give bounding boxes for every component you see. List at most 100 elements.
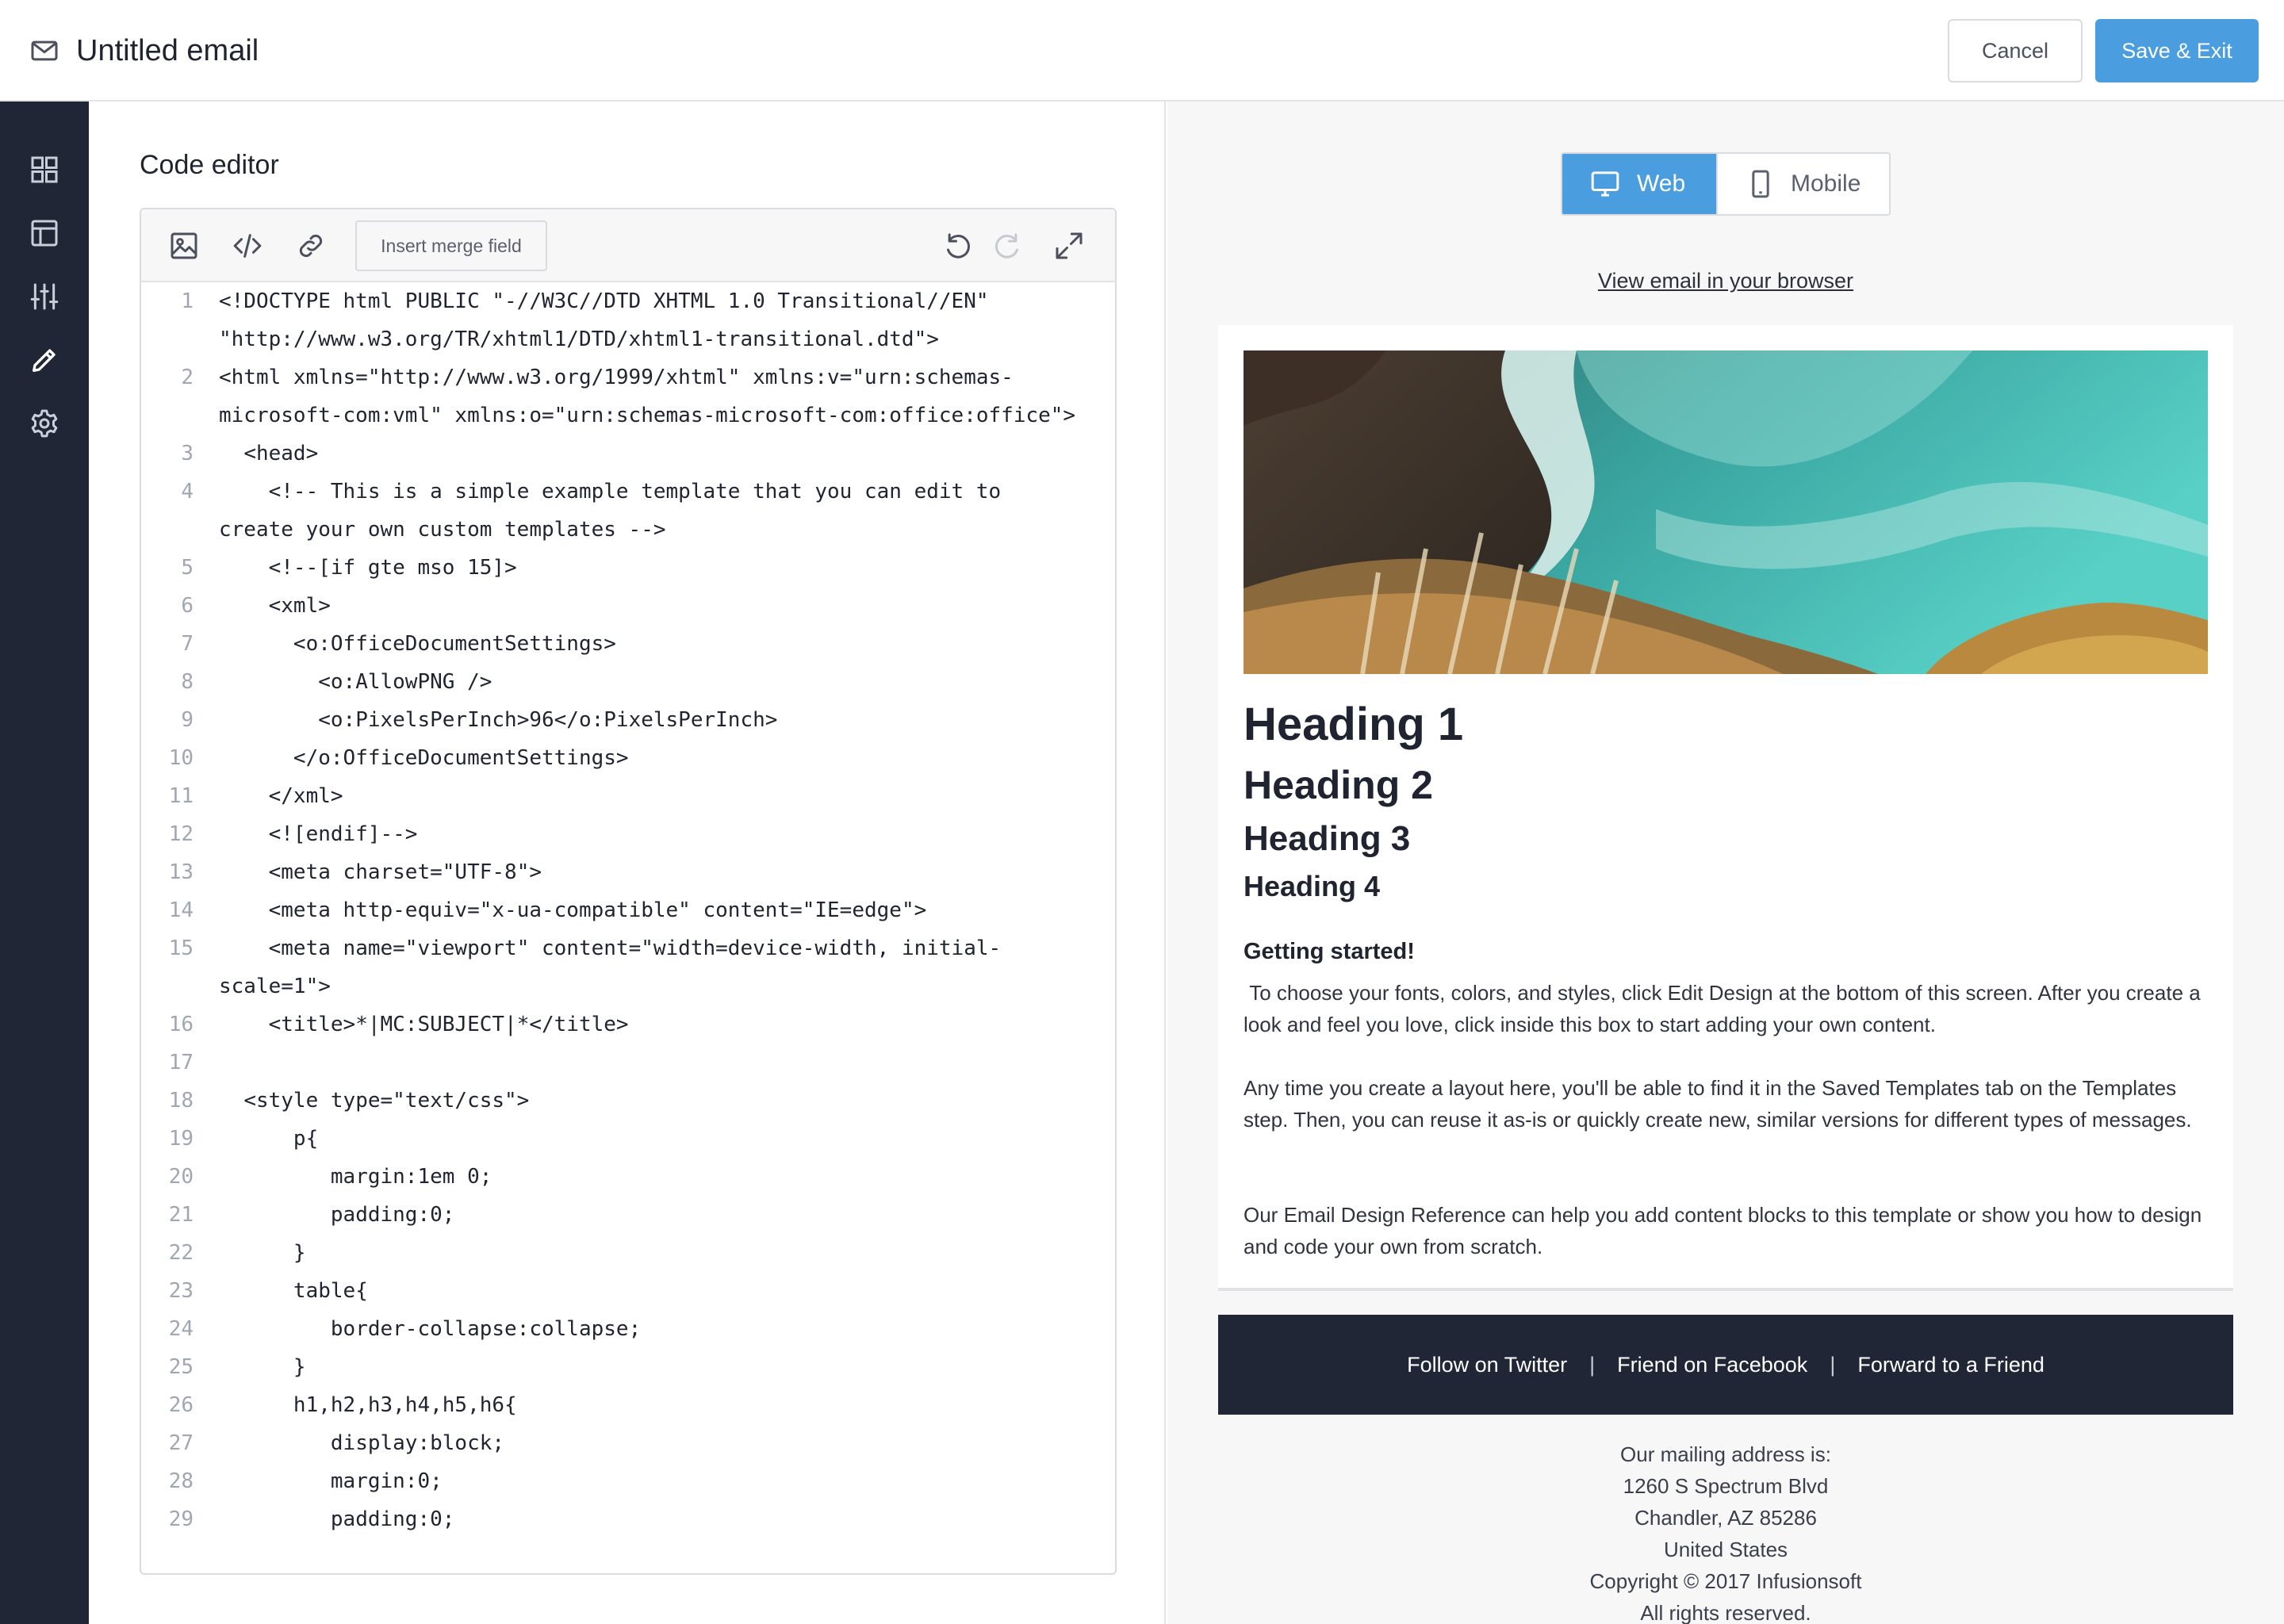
sliders-icon[interactable]	[29, 281, 60, 312]
hero-image	[1244, 350, 2208, 674]
cancel-button[interactable]: Cancel	[1948, 19, 2083, 82]
code-text[interactable]: margin:1em 0;	[219, 1158, 1083, 1196]
heading-4: Heading 4	[1244, 870, 1381, 902]
code-line[interactable]: 8 <o:AllowPNG />	[141, 663, 1115, 701]
code-text[interactable]: }	[219, 1234, 1083, 1272]
code-text[interactable]: table{	[219, 1272, 1083, 1310]
code-line[interactable]: 5 <!--[if gte mso 15]>	[141, 549, 1115, 587]
code-text[interactable]: <!--[if gte mso 15]>	[219, 549, 1083, 587]
line-number: 17	[168, 1051, 194, 1074]
image-icon[interactable]	[168, 230, 200, 262]
code-text[interactable]: <meta charset="UTF-8">	[219, 853, 1083, 891]
code-text[interactable]: <![endif]-->	[219, 815, 1083, 853]
code-text[interactable]: </xml>	[219, 777, 1083, 815]
code-line[interactable]: 10 </o:OfficeDocumentSettings>	[141, 739, 1115, 777]
editor-pane: Code editor Insert merge field 1 <!DOCTY…	[89, 102, 1166, 1624]
code-line[interactable]: 6 <xml>	[141, 587, 1115, 625]
code-line[interactable]: 15 <meta name="viewport" content="width=…	[141, 929, 1115, 1005]
code-line[interactable]: 26 h1,h2,h3,h4,h5,h6{	[141, 1386, 1115, 1424]
code-line[interactable]: 12 <![endif]-->	[141, 815, 1115, 853]
code-line[interactable]: 1 <!DOCTYPE html PUBLIC "-//W3C//DTD XHTM…	[141, 282, 1115, 358]
code-text[interactable]: <!DOCTYPE html PUBLIC "-//W3C//DTD XHTML…	[219, 282, 1083, 358]
preview-pane: Web Mobile View email in your browser He…	[1167, 102, 2284, 1624]
code-line[interactable]: 4 <!-- This is a simple example template…	[141, 473, 1115, 549]
code-text[interactable]: <o:AllowPNG />	[219, 663, 1083, 701]
follow-twitter-link[interactable]: Follow on Twitter	[1407, 1353, 1567, 1377]
email-body[interactable]: Heading 1 Heading 2 Heading 3 Heading 4 …	[1218, 325, 2233, 1291]
code-text[interactable]: p{	[219, 1120, 1083, 1158]
code-text[interactable]: <xml>	[219, 587, 1083, 625]
code-line[interactable]: 16 <title>*|MC:SUBJECT|*</title>	[141, 1005, 1115, 1044]
code-line[interactable]: 3 <head>	[141, 435, 1115, 473]
code-line[interactable]: 2 <html xmlns="http://www.w3.org/1999/xht…	[141, 358, 1115, 435]
expand-icon[interactable]	[1053, 230, 1085, 262]
code-line[interactable]: 29 padding:0;	[141, 1500, 1115, 1538]
code-line[interactable]: 22 }	[141, 1234, 1115, 1272]
code-line[interactable]: 25 }	[141, 1348, 1115, 1386]
code-text[interactable]: }	[219, 1348, 1083, 1386]
code-line[interactable]: 9 <o:PixelsPerInch>96</o:PixelsPerInch>	[141, 701, 1115, 739]
top-header: Untitled email Cancel Save & Exit	[0, 0, 2284, 102]
code-line[interactable]: 7 <o:OfficeDocumentSettings>	[141, 625, 1115, 663]
web-label: Web	[1637, 170, 1686, 197]
redo-icon[interactable]	[991, 230, 1023, 262]
code-text[interactable]: </o:OfficeDocumentSettings>	[219, 739, 1083, 777]
layout-icon[interactable]	[29, 217, 60, 249]
code-text[interactable]: padding:0;	[219, 1500, 1083, 1538]
code-text[interactable]: display:block;	[219, 1424, 1083, 1462]
code-line[interactable]: 13 <meta charset="UTF-8">	[141, 853, 1115, 891]
insert-merge-field-button[interactable]: Insert merge field	[355, 220, 547, 271]
code-line[interactable]: 23 table{	[141, 1272, 1115, 1310]
line-number: 22	[168, 1241, 194, 1265]
code-line[interactable]: 14 <meta http-equiv="x-ua-compatible" co…	[141, 891, 1115, 929]
code-icon[interactable]	[232, 230, 263, 262]
code-line[interactable]: 18 <style type="text/css">	[141, 1082, 1115, 1120]
code-text[interactable]: border-collapse:collapse;	[219, 1310, 1083, 1348]
web-toggle-button[interactable]: Web	[1562, 154, 1716, 214]
code-text[interactable]: h1,h2,h3,h4,h5,h6{	[219, 1386, 1083, 1424]
gear-icon[interactable]	[29, 408, 60, 439]
code-line[interactable]: 21 padding:0;	[141, 1196, 1115, 1234]
code-editor[interactable]: Insert merge field 1 <!DOCTYPE html PUBLI…	[140, 208, 1117, 1575]
view-in-browser-link[interactable]: View email in your browser	[1167, 265, 2284, 297]
line-number: 12	[168, 822, 194, 846]
code-line[interactable]: 24 border-collapse:collapse;	[141, 1310, 1115, 1348]
code-text[interactable]: <meta name="viewport" content="width=dev…	[219, 929, 1083, 1005]
grid-icon[interactable]	[29, 154, 60, 186]
code-area[interactable]: 1 <!DOCTYPE html PUBLIC "-//W3C//DTD XHTM…	[141, 282, 1115, 1573]
code-text[interactable]: <html xmlns="http://www.w3.org/1999/xhtm…	[219, 358, 1083, 435]
code-text[interactable]: <meta http-equiv="x-ua-compatible" conte…	[219, 891, 1083, 929]
code-text[interactable]: padding:0;	[219, 1196, 1083, 1234]
line-number: 29	[168, 1507, 194, 1531]
line-number: 19	[168, 1127, 194, 1151]
code-line[interactable]: 11 </xml>	[141, 777, 1115, 815]
link-icon[interactable]	[295, 230, 327, 262]
code-text[interactable]: <o:PixelsPerInch>96</o:PixelsPerInch>	[219, 701, 1083, 739]
address-line: Chandler, AZ 85286	[1634, 1506, 1817, 1530]
code-text[interactable]: <o:OfficeDocumentSettings>	[219, 625, 1083, 663]
body-paragraph: To choose your fonts, colors, and styles…	[1244, 981, 2206, 1036]
undo-icon[interactable]	[942, 230, 974, 262]
code-text[interactable]	[219, 1044, 1083, 1082]
code-text[interactable]: <style type="text/css">	[219, 1082, 1083, 1120]
save-exit-button[interactable]: Save & Exit	[2095, 19, 2259, 82]
code-text[interactable]: <title>*|MC:SUBJECT|*</title>	[219, 1005, 1083, 1044]
friend-facebook-link[interactable]: Friend on Facebook	[1617, 1353, 1807, 1377]
forward-friend-link[interactable]: Forward to a Friend	[1857, 1353, 2044, 1377]
code-text[interactable]: margin:0;	[219, 1462, 1083, 1500]
email-title[interactable]: Untitled email	[76, 29, 259, 73]
code-line[interactable]: 20 margin:1em 0;	[141, 1158, 1115, 1196]
body-paragraph: Our Email Design Reference can help you …	[1244, 1203, 2202, 1258]
code-line[interactable]: 17	[141, 1044, 1115, 1082]
code-text[interactable]: <!-- This is a simple example template t…	[219, 473, 1083, 549]
pencil-icon[interactable]	[29, 344, 60, 376]
code-line[interactable]: 28 margin:0;	[141, 1462, 1115, 1500]
heading-3: Heading 3	[1244, 819, 1411, 858]
editor-heading: Code editor	[140, 150, 279, 180]
mobile-toggle-button[interactable]: Mobile	[1716, 154, 1889, 214]
code-line[interactable]: 27 display:block;	[141, 1424, 1115, 1462]
code-text[interactable]: <head>	[219, 435, 1083, 473]
code-line[interactable]: 19 p{	[141, 1120, 1115, 1158]
mail-icon	[31, 40, 58, 61]
line-number: 14	[168, 898, 194, 922]
